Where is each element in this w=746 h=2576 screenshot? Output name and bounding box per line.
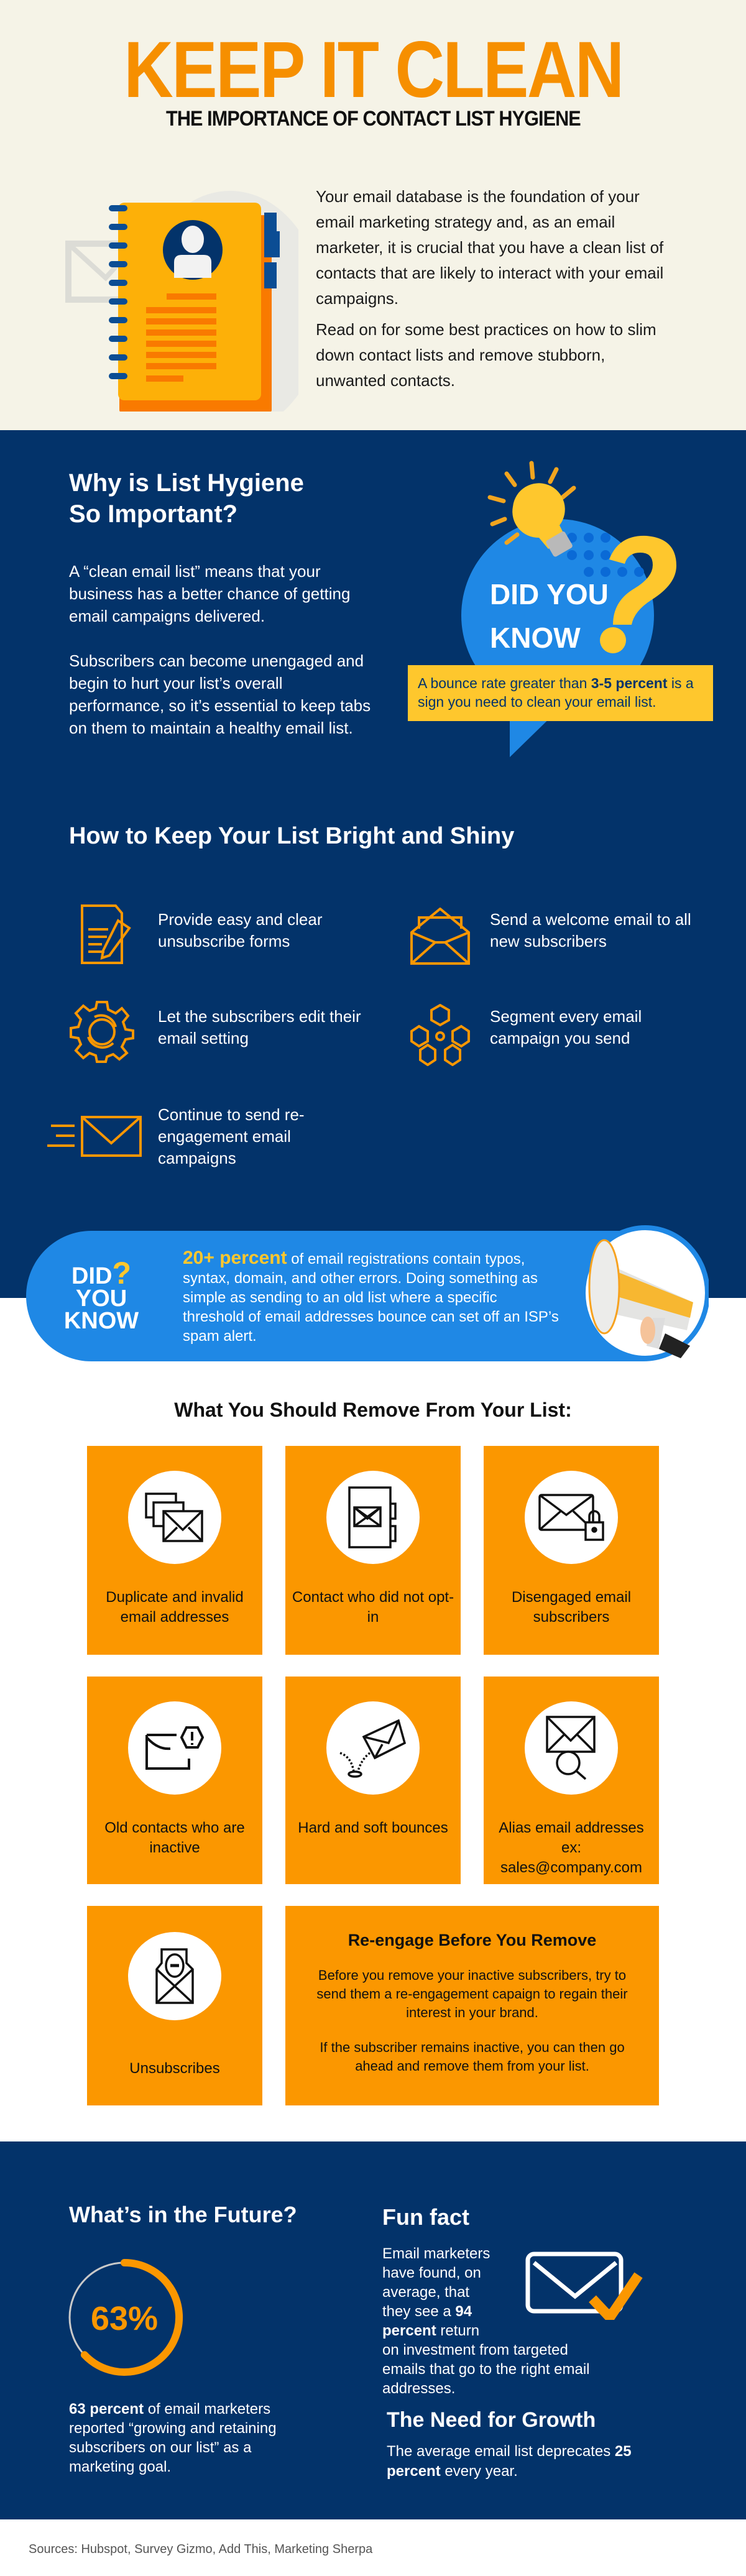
reengage-paragraph-2: If the subscriber remains inactive, you … [320,2040,625,2074]
did-you-know-heading: DID? YOU KNOW [63,1256,139,1334]
card-label: Duplicate and invalid email addresses [106,1589,244,1626]
card-label: Hard and soft bounces [298,1819,448,1836]
percent-label: 63% [91,2300,158,2337]
page-title: KEEP IT CLEAN [123,25,624,114]
future-caption: 63 percent of email marketers reported “… [69,2401,277,2475]
tip-text: Provide easy and clear unsubscribe forms [158,910,323,950]
remove-card: Alias email addresses ex: sales@company.… [484,1677,659,1884]
intro-paragraph-1: Your email database is the foundation of… [316,187,664,308]
fun-fact-title: Fun fact [382,2204,469,2230]
fast-envelope-icon [45,1116,142,1160]
open-envelope-icon [410,907,470,968]
registration-errors-fact: 20+ percent of email registrations conta… [183,1248,559,1345]
remove-card: Old contacts who are inactive [87,1677,262,1884]
gear-icon [70,1000,134,1066]
remove-card: Disengaged email subscribers [484,1446,659,1655]
card-label: Disengaged email subscribers [511,1589,632,1626]
remove-title: What You Should Remove From Your List: [174,1399,572,1421]
tip-text: Segment every email campaign you send [490,1007,642,1047]
did-you-know-bubble: DID YOU KNOW [398,448,721,771]
growth-title: The Need for Growth [387,2408,596,2432]
tips-title: How to Keep Your List Bright and Shiny [69,823,515,849]
remove-card: Contact who did not opt-in [285,1446,461,1655]
reengage-card: Re-engage Before You Remove Before you r… [285,1906,659,2105]
card-label: Unsubscribes [129,2060,220,2077]
remove-card: Unsubscribes [87,1906,262,2105]
why-paragraph-2: Subscribers can become unengaged and beg… [69,651,371,737]
did-you-know-line2: KNOW [490,622,581,654]
megaphone-illustration [578,1225,710,1361]
tip-text: Continue to send re-engagement email cam… [158,1105,305,1167]
document-pencil-icon [80,904,136,967]
sources-footer: Sources: Hubspot, Survey Gizmo, Add This… [29,2542,373,2556]
card-label: Contact who did not opt-in [292,1589,454,1626]
address-book-envelope-icon [348,1486,397,1548]
fun-fact-text: Email marketers have found, on average, … [382,2245,590,2397]
hexagon-network-icon [410,1003,470,1069]
did-you-know-line1: DID YOU [490,578,609,610]
bouncing-envelope-icon [339,1719,407,1778]
reengage-title: Re-engage Before You Remove [348,1931,597,1949]
bounce-rate-fact-box: A bounce rate greater than 3-5 percent i… [408,665,713,721]
card-label: Alias email addresses ex: sales@company.… [499,1819,644,1876]
envelope-alert-icon [145,1726,204,1770]
multiple-envelopes-icon [145,1493,203,1542]
future-title: What’s in the Future? [69,2202,297,2227]
intro-paragraph-2: Read on for some best practices on how t… [316,320,656,390]
remove-card: Hard and soft bounces [285,1677,461,1884]
tip-text: Send a welcome email to all new subscrib… [490,910,691,950]
envelope-search-icon [546,1716,596,1780]
reengage-paragraph-1: Before you remove your inactive subscrib… [316,1967,628,2020]
tip-text: Let the subscribers edit their email set… [158,1007,361,1047]
envelope-minus-icon [155,1948,194,2004]
remove-card: Duplicate and invalid email addresses [87,1446,262,1655]
why-paragraph-1: A “clean email list” means that your bus… [69,562,351,625]
page-subtitle: THE IMPORTANCE OF CONTACT LIST HYGIENE [165,107,581,131]
envelope-lock-icon [538,1494,604,1541]
growth-text: The average email list deprecates 25 per… [387,2443,632,2480]
why-title: Why is List Hygiene So Important? [69,469,304,528]
percent-ring-chart: 63% [65,2256,183,2378]
notebook-illustration [62,169,323,433]
card-label: Old contacts who are inactive [104,1819,245,1856]
